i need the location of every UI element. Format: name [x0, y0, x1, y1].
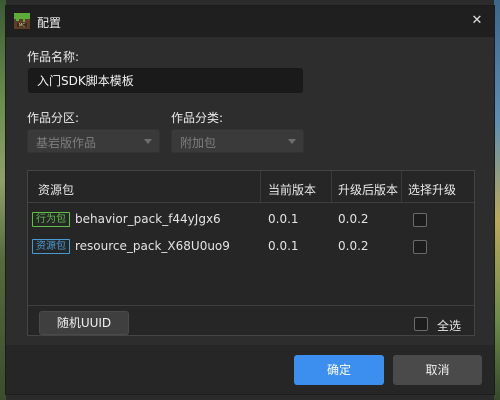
- column-header-upgraded-version: 升级后版本: [338, 183, 399, 197]
- work-category-value: 附加包: [180, 136, 217, 150]
- config-dialog: MC 配置 ✕ 作品名称: 作品分区: 基岩版作品 作品分类: 附加包 资源包 …: [5, 5, 495, 395]
- chevron-down-icon: [144, 139, 152, 144]
- cancel-button[interactable]: 取消: [393, 355, 482, 385]
- column-header-select-upgrade: 选择升级: [408, 183, 457, 197]
- dialog-titlebar: MC 配置 ✕: [6, 6, 494, 37]
- upgraded-version: 0.0.2: [338, 212, 369, 226]
- work-category-label: 作品分类:: [171, 111, 224, 125]
- select-upgrade-checkbox[interactable]: [413, 240, 427, 254]
- work-partition-label: 作品分区:: [27, 111, 80, 125]
- upgraded-version: 0.0.2: [338, 239, 369, 253]
- table-row: 资源包 resource_pack_X68U0uo9 0.0.1 0.0.2: [28, 235, 474, 259]
- column-divider: [331, 171, 332, 202]
- column-divider: [260, 171, 261, 202]
- work-name-input[interactable]: [28, 68, 303, 93]
- work-partition-dropdown[interactable]: 基岩版作品: [27, 129, 160, 153]
- random-uuid-button[interactable]: 随机UUID: [39, 311, 129, 335]
- pack-name: resource_pack_X68U0uo9: [75, 239, 230, 253]
- work-partition-value: 基岩版作品: [36, 136, 97, 150]
- select-all-checkbox[interactable]: [414, 317, 428, 331]
- table-row: 行为包 behavior_pack_f44yJgx6 0.0.1 0.0.2: [28, 208, 474, 232]
- work-name-label: 作品名称:: [27, 50, 80, 64]
- confirm-button[interactable]: 确定: [294, 355, 384, 385]
- select-all-label: 全选: [437, 319, 462, 333]
- pack-type-tag: 资源包: [32, 239, 70, 254]
- pack-type-tag: 行为包: [32, 212, 70, 227]
- close-icon[interactable]: ✕: [468, 12, 486, 30]
- pack-name: behavior_pack_f44yJgx6: [75, 212, 221, 226]
- select-upgrade-checkbox[interactable]: [413, 213, 427, 227]
- column-header-current-version: 当前版本: [268, 183, 317, 197]
- current-version: 0.0.1: [268, 239, 299, 253]
- minecraft-grass-block-icon: MC: [14, 13, 30, 29]
- column-header-pack: 资源包: [38, 183, 75, 197]
- chevron-down-icon: [288, 139, 296, 144]
- pack-table: 资源包 当前版本 升级后版本 选择升级 行为包 behavior_pack_f4…: [27, 170, 475, 336]
- dialog-title: 配置: [37, 16, 62, 30]
- header-divider: [28, 202, 474, 203]
- work-category-dropdown[interactable]: 附加包: [171, 129, 304, 153]
- svg-text:MC: MC: [19, 23, 25, 28]
- current-version: 0.0.1: [268, 212, 299, 226]
- table-footer-divider: [28, 305, 474, 306]
- column-divider: [401, 171, 402, 202]
